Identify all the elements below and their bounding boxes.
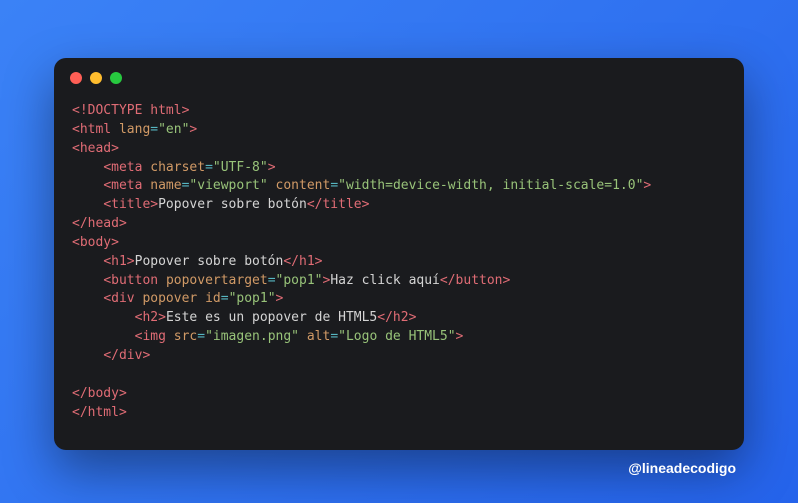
maximize-icon[interactable] bbox=[110, 72, 122, 84]
window-titlebar bbox=[54, 58, 744, 90]
close-icon[interactable] bbox=[70, 72, 82, 84]
code-window: <!DOCTYPE html> <html lang="en"> <head> … bbox=[54, 58, 744, 450]
minimize-icon[interactable] bbox=[90, 72, 102, 84]
attribution-text: @lineadecodigo bbox=[54, 460, 744, 476]
code-content: <!DOCTYPE html> <html lang="en"> <head> … bbox=[54, 90, 744, 450]
